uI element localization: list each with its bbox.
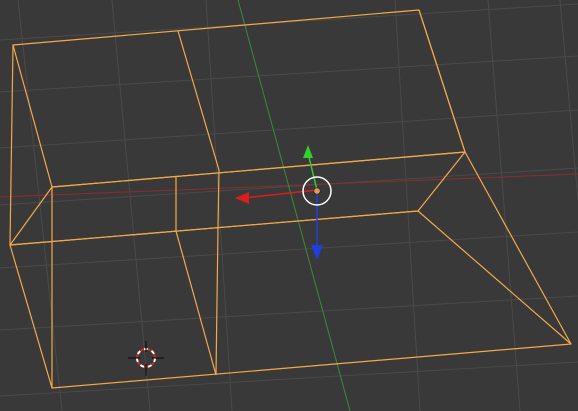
pivot-point-icon — [313, 187, 321, 195]
3d-viewport[interactable] — [0, 0, 578, 411]
